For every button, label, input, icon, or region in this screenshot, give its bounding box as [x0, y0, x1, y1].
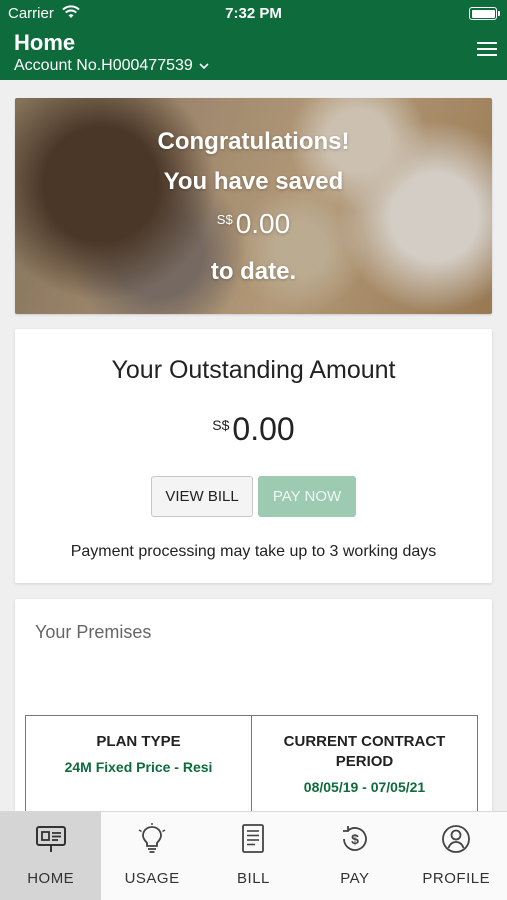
bill-document-icon	[242, 824, 265, 853]
savings-banner: Congratulations! You have saved S$ 0.00 t…	[15, 98, 492, 314]
tab-pay-label: PAY	[340, 870, 370, 887]
payment-note: Payment processing may take up to 3 work…	[70, 543, 437, 560]
pay-now-button[interactable]: PAY NOW	[258, 476, 356, 517]
home-dashboard-icon	[35, 826, 66, 852]
status-bar: Carrier 7:32 PM	[0, 0, 507, 28]
tab-pay[interactable]: $ PAY	[304, 812, 405, 900]
hamburger-menu-icon[interactable]	[477, 42, 497, 56]
battery-icon	[469, 7, 500, 20]
outstanding-value: 0.00	[232, 411, 295, 447]
premises-card: Your Premises PLAN TYPE 24M Fixed Price …	[15, 599, 492, 845]
banner-heading: Congratulations!	[157, 128, 350, 155]
outstanding-title: Your Outstanding Amount	[111, 356, 396, 384]
status-time: 7:32 PM	[225, 5, 282, 22]
lightbulb-icon	[138, 823, 166, 853]
outstanding-card: Your Outstanding Amount S$0.00 VIEW BILL…	[15, 329, 492, 583]
currency-label: S$	[216, 212, 233, 227]
tab-bill-label: BILL	[237, 870, 270, 887]
tab-profile[interactable]: PROFILE	[406, 812, 507, 900]
svg-text:$: $	[351, 831, 359, 847]
outstanding-amount: S$0.00	[15, 411, 492, 448]
tab-home-label: HOME	[27, 870, 75, 887]
savings-value: 0.00	[235, 208, 291, 239]
tab-profile-label: PROFILE	[422, 870, 491, 887]
contract-period-value: 08/05/19 - 07/05/21	[303, 779, 426, 795]
plan-type-value: 24M Fixed Price - Resi	[64, 759, 213, 775]
contract-period-header: CURRENT CONTRACT PERIOD	[283, 733, 446, 770]
page-title: Home	[14, 30, 76, 55]
tab-bill[interactable]: BILL	[203, 812, 304, 900]
tab-home[interactable]: HOME	[0, 812, 102, 900]
banner-footer: to date.	[210, 258, 297, 285]
premises-title: Your Premises	[35, 622, 152, 642]
tab-usage-label: USAGE	[124, 870, 180, 887]
app-header: Carrier 7:32 PM Home Account No.H0004775…	[0, 0, 507, 80]
banner-subheading: You have saved	[163, 168, 344, 195]
bottom-tab-bar: HOME USAGE BILL $ PAY PROFILE	[0, 811, 507, 900]
pay-dollar-icon: $	[342, 826, 367, 851]
tab-usage[interactable]: USAGE	[101, 812, 202, 900]
savings-amount: S$ 0.00	[15, 208, 492, 240]
account-number: Account No.H000477539	[14, 57, 193, 74]
view-bill-button[interactable]: VIEW BILL	[151, 476, 253, 517]
plan-type-header: PLAN TYPE	[96, 733, 181, 750]
account-selector[interactable]: Account No.H000477539	[14, 57, 209, 75]
profile-person-icon	[442, 825, 471, 853]
currency-label: S$	[212, 417, 230, 433]
chevron-down-icon	[199, 62, 209, 73]
